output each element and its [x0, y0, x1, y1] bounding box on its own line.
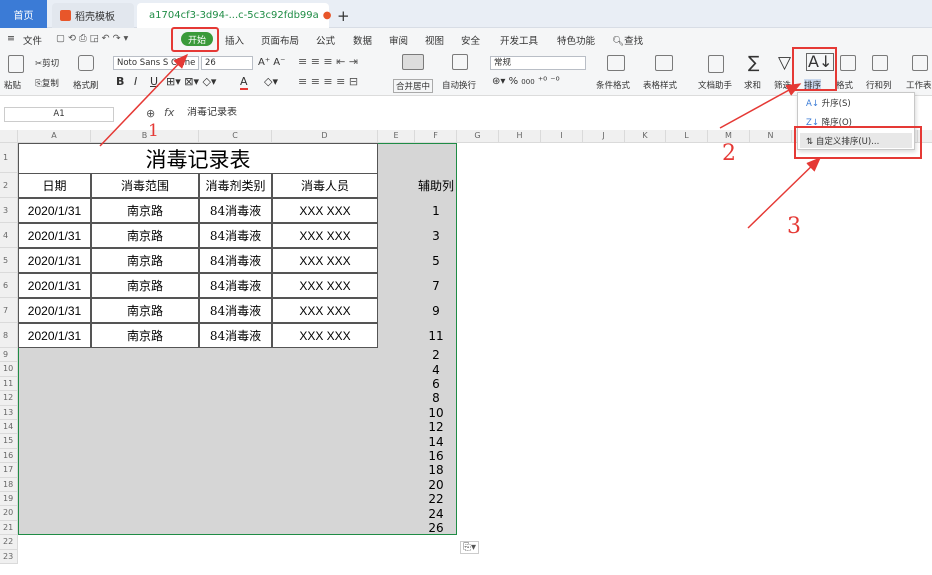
annotation-3: 3	[787, 214, 801, 239]
arrow-3	[747, 156, 822, 229]
annotation-arrows	[99, 53, 822, 229]
annotation-2: 2	[722, 141, 736, 166]
arrow-2	[719, 83, 802, 129]
annotation-1: 1	[148, 121, 159, 141]
arrow-1	[99, 53, 189, 147]
